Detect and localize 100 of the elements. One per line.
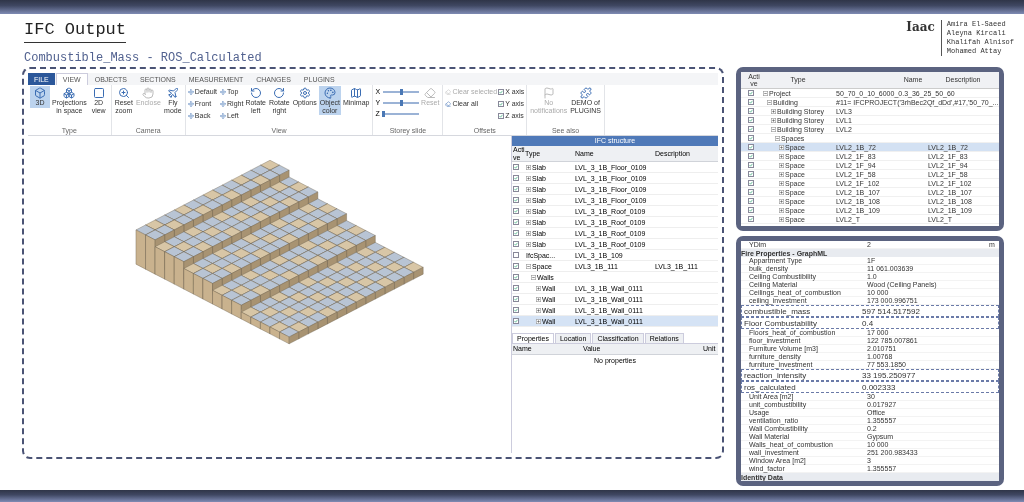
checkbox[interactable] (513, 197, 519, 203)
checkbox[interactable] (513, 164, 519, 170)
slide-title: IFC Output (24, 20, 127, 43)
expand-icon[interactable] (779, 198, 784, 204)
expand-icon[interactable] (536, 296, 541, 302)
slider-track[interactable] (383, 101, 420, 104)
hand-icon (142, 87, 155, 99)
logo: Iaac (906, 20, 935, 34)
checkbox[interactable] (513, 241, 519, 247)
check-icon (514, 308, 518, 312)
expand-icon[interactable] (526, 230, 531, 236)
check-icon (749, 145, 753, 149)
checkbox[interactable] (498, 88, 505, 95)
checkbox[interactable] (513, 285, 519, 291)
property-value: 0.4 (862, 318, 875, 328)
puzzle-icon (579, 87, 592, 99)
slider-track[interactable] (382, 112, 419, 115)
arrows-icon (220, 100, 227, 107)
checkbox[interactable] (748, 189, 754, 195)
collapse-icon[interactable] (775, 135, 780, 141)
check-icon (499, 113, 504, 118)
expand-icon[interactable] (779, 162, 784, 168)
collapse-icon[interactable] (771, 126, 776, 132)
expand-icon[interactable] (771, 117, 776, 123)
checkbox[interactable] (748, 126, 754, 132)
expand-icon[interactable] (779, 189, 784, 195)
square-icon (92, 87, 105, 99)
expand-icon[interactable] (771, 108, 776, 114)
check-icon (514, 242, 518, 246)
palette-icon (323, 87, 336, 99)
checkbox[interactable] (748, 108, 754, 114)
checkbox[interactable] (748, 144, 754, 150)
arrows-icon (187, 112, 194, 119)
property-name: ros_calculated (744, 382, 797, 392)
expand-icon[interactable] (526, 186, 531, 192)
cube-icon (34, 87, 46, 99)
checkbox[interactable] (748, 198, 754, 204)
collapse-icon[interactable] (531, 274, 536, 280)
checkbox[interactable] (513, 263, 519, 269)
checkbox[interactable] (513, 252, 519, 258)
checkbox[interactable] (748, 153, 754, 159)
check-icon (749, 154, 753, 158)
collapse-icon[interactable] (767, 99, 772, 105)
collapse-icon[interactable] (763, 90, 768, 96)
check-icon (749, 208, 753, 212)
checkbox[interactable] (513, 219, 519, 225)
slider-thumb[interactable] (400, 88, 404, 95)
slider-track[interactable] (383, 90, 420, 93)
checkbox[interactable] (748, 135, 754, 141)
expand-icon[interactable] (779, 216, 784, 222)
property-name: combustible_mass (744, 306, 812, 316)
expand-icon[interactable] (526, 241, 531, 247)
arrows-icon (187, 88, 194, 95)
checkbox[interactable] (513, 175, 519, 181)
check-icon (749, 190, 753, 194)
check-icon (749, 172, 753, 176)
slide-subtitle: Combustible_Mass - ROS_Calculated (24, 51, 262, 65)
checkbox[interactable] (513, 318, 519, 324)
check-icon (499, 101, 504, 106)
expand-icon[interactable] (526, 164, 531, 170)
expand-icon[interactable] (779, 171, 784, 177)
checkbox[interactable] (748, 162, 754, 168)
checkbox[interactable] (748, 99, 754, 105)
expand-icon[interactable] (536, 307, 541, 313)
expand-icon[interactable] (526, 219, 531, 225)
checkbox[interactable] (748, 90, 754, 96)
checkbox[interactable] (513, 296, 519, 302)
check-icon (749, 181, 753, 185)
check-icon (514, 176, 518, 180)
expand-icon[interactable] (526, 175, 531, 181)
collapse-icon[interactable] (526, 263, 531, 269)
checkbox[interactable] (513, 186, 519, 192)
expand-icon[interactable] (779, 180, 784, 186)
checkbox[interactable] (513, 230, 519, 236)
checkbox[interactable] (513, 307, 519, 313)
slider-thumb[interactable] (400, 99, 404, 106)
check-icon (514, 187, 518, 191)
expand-icon[interactable] (779, 153, 784, 159)
check-icon (749, 118, 753, 122)
expand-icon[interactable] (536, 285, 541, 291)
checkbox[interactable] (748, 171, 754, 177)
checkbox[interactable] (748, 180, 754, 186)
expand-icon[interactable] (526, 197, 531, 203)
slider-thumb[interactable] (381, 110, 385, 117)
check-icon (514, 297, 518, 301)
checkbox[interactable] (748, 117, 754, 123)
property-value: 597 514.517592 (862, 306, 921, 316)
checkbox[interactable] (513, 208, 519, 214)
checkbox[interactable] (498, 100, 505, 107)
expand-icon[interactable] (526, 208, 531, 214)
checkbox[interactable] (748, 216, 754, 222)
expand-icon[interactable] (779, 144, 784, 150)
expand-icon[interactable] (779, 207, 784, 213)
expand-icon[interactable] (536, 318, 541, 324)
check-icon (514, 319, 518, 323)
checkbox[interactable] (498, 112, 505, 119)
settings-icon (298, 87, 311, 99)
checkbox[interactable] (748, 207, 754, 213)
checkbox[interactable] (513, 274, 519, 280)
arrows-icon (187, 100, 194, 107)
